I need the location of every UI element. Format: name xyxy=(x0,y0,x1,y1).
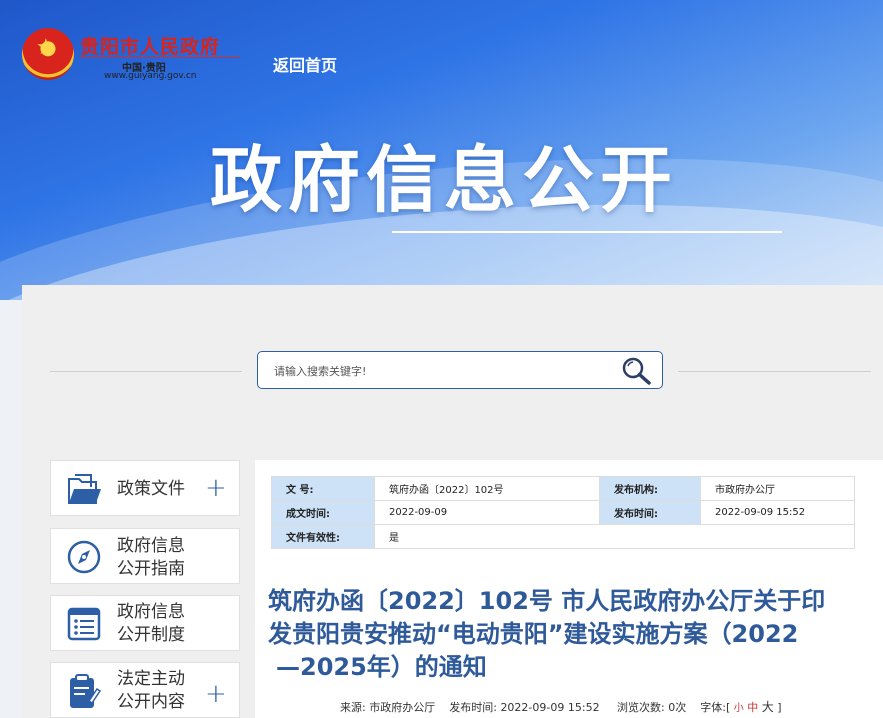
sidebar-item-disclosure-system[interactable]: 政府信息 公开制度 xyxy=(50,595,240,651)
sidebar-item-label: 法定主动 xyxy=(117,669,185,689)
search-divider-right xyxy=(678,371,871,372)
clipboard-edit-icon xyxy=(70,674,102,708)
sidebar-item-label: 公开指南 xyxy=(117,559,185,579)
site-logo[interactable]: ★ 贵阳市人民政府 中国·贵阳 www.guiyang.gov.cn xyxy=(22,28,240,86)
compass-icon xyxy=(67,540,101,574)
national-emblem-icon: ★ xyxy=(22,28,74,80)
banner-title: 政府信息公开 xyxy=(210,138,679,222)
document-meta-table: 文 号: 筑府办函〔2022〕102号 发布机构: 市政府办公厅 成文时间: 2… xyxy=(271,476,855,549)
search-icon[interactable] xyxy=(620,356,654,386)
issuer-label: 发布机构: xyxy=(599,476,701,501)
published-time-label: 发布时间: xyxy=(599,500,701,525)
document-info-bar: 来源: 市政府办公厅 发布时间: 2022-09-09 15:52 浏览次数: … xyxy=(340,698,782,715)
source-value: 市政府办公厅 xyxy=(369,701,436,714)
table-row: 文 号: 筑府办函〔2022〕102号 发布机构: 市政府办公厅 xyxy=(271,476,855,501)
published-time-value: 2022-09-09 15:52 xyxy=(700,500,855,525)
list-document-icon xyxy=(67,607,101,641)
font-size-medium-button[interactable]: 中 xyxy=(747,701,758,714)
document-title-line: 发贵阳贵安推动“电动贵阳”建设实施方案（2022 xyxy=(268,620,799,648)
doc-number-label: 文 号: xyxy=(271,476,375,501)
search-box xyxy=(257,351,663,389)
views-label: 浏览次数: xyxy=(617,701,665,714)
sidebar-item-label: 政策文件 xyxy=(117,479,185,499)
publish-time-value: 2022-09-09 15:52 xyxy=(500,701,600,714)
views-value: 0次 xyxy=(668,701,687,714)
font-size-close: ] xyxy=(777,701,782,714)
logo-title: 贵阳市人民政府 xyxy=(80,36,221,58)
expand-plus-icon[interactable]: + xyxy=(205,679,227,709)
home-link[interactable]: 返回首页 xyxy=(273,52,337,76)
sidebar-item-label: 政府信息 xyxy=(117,536,185,556)
search-input[interactable] xyxy=(272,360,616,382)
font-size-small-button[interactable]: 小 xyxy=(734,703,744,714)
sidebar-item-label: 公开制度 xyxy=(117,625,185,645)
created-time-label: 成文时间: xyxy=(271,500,375,525)
publish-time-label: 发布时间: xyxy=(449,701,497,714)
sidebar-item-policy-documents[interactable]: 政策文件 + xyxy=(50,460,240,516)
document-title: 筑府办函〔2022〕102号 市人民政府办公厅关于印 发贵阳贵安推动“电动贵阳”… xyxy=(268,585,868,684)
folder-icon xyxy=(68,474,101,504)
expand-plus-icon[interactable]: + xyxy=(205,473,227,503)
document-title-line: —2025年）的通知 xyxy=(276,653,487,681)
table-row: 成文时间: 2022-09-09 发布时间: 2022-09-09 15:52 xyxy=(271,500,855,525)
star-icon: ★ xyxy=(36,35,56,60)
sidebar-item-statutory-content[interactable]: 法定主动 公开内容 + xyxy=(50,662,240,718)
validity-value: 是 xyxy=(374,524,855,549)
issuer-value: 市政府办公厅 xyxy=(700,476,855,501)
logo-divider xyxy=(80,57,240,58)
sidebar-item-disclosure-guide[interactable]: 政府信息 公开指南 xyxy=(50,528,240,584)
sidebar-item-label: 政府信息 xyxy=(117,602,185,622)
created-time-value: 2022-09-09 xyxy=(374,500,600,525)
font-size-label: 字体:[ xyxy=(700,701,731,714)
header-banner: ★ 贵阳市人民政府 中国·贵阳 www.guiyang.gov.cn 返回首页 … xyxy=(0,0,883,300)
source-label: 来源: xyxy=(340,701,366,714)
search-divider-left xyxy=(50,371,242,372)
font-size-large-button[interactable]: 大 xyxy=(762,700,774,714)
banner-title-underline xyxy=(392,231,782,233)
validity-label: 文件有效性: xyxy=(271,524,375,549)
table-row: 文件有效性: 是 xyxy=(271,524,855,549)
doc-number-value: 筑府办函〔2022〕102号 xyxy=(374,476,600,501)
logo-url: www.guiyang.gov.cn xyxy=(104,71,197,81)
document-title-line: 筑府办函〔2022〕102号 市人民政府办公厅关于印 xyxy=(268,587,826,615)
sidebar-item-label: 公开内容 xyxy=(117,692,185,712)
